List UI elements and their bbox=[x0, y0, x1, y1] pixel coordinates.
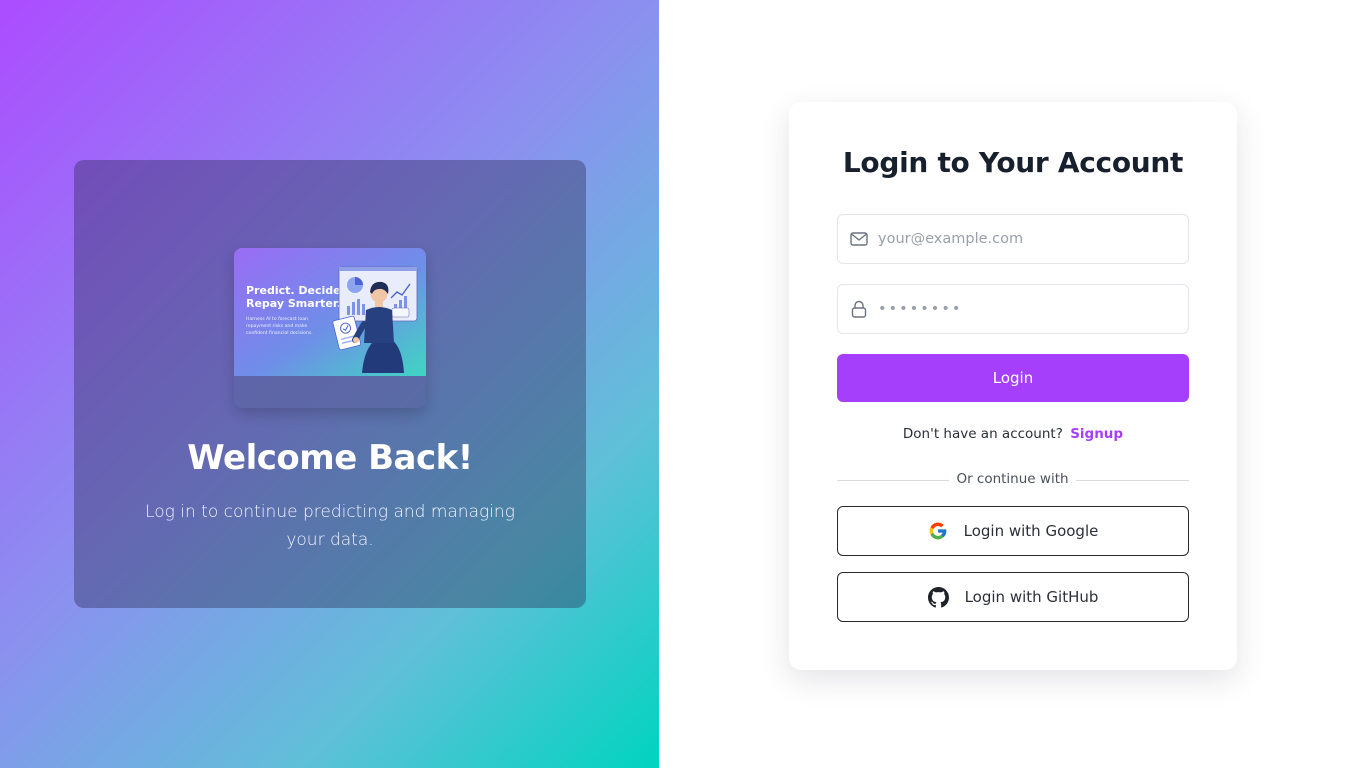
google-icon bbox=[928, 521, 948, 541]
github-icon bbox=[927, 586, 949, 608]
email-field[interactable] bbox=[837, 214, 1189, 264]
signup-row: Don't have an account? Signup bbox=[789, 426, 1237, 442]
hero-panel: Predict. Decide. Repay Smarter. Harness … bbox=[0, 0, 659, 768]
login-title: Login to Your Account bbox=[842, 146, 1184, 179]
github-login-button[interactable]: Login with GitHub bbox=[837, 572, 1189, 622]
illustration-headline-1: Predict. Decide. bbox=[246, 284, 345, 297]
google-login-button[interactable]: Login with Google bbox=[837, 506, 1189, 556]
divider-line-right bbox=[1076, 480, 1189, 481]
signup-link[interactable]: Signup bbox=[1070, 426, 1123, 442]
github-login-label: Login with GitHub bbox=[964, 588, 1099, 606]
welcome-card: Predict. Decide. Repay Smarter. Harness … bbox=[74, 160, 586, 608]
divider-line-left bbox=[837, 480, 949, 481]
illustration-frame: Predict. Decide. Repay Smarter. Harness … bbox=[234, 248, 426, 408]
illustration-body-2: repayment risks and make bbox=[246, 323, 307, 329]
lock-icon bbox=[838, 300, 878, 318]
signup-prompt: Don't have an account? bbox=[902, 426, 1063, 442]
hero-illustration: Predict. Decide. Repay Smarter. Harness … bbox=[234, 248, 426, 376]
email-input[interactable] bbox=[878, 215, 1188, 263]
illustration-headline-2: Repay Smarter. bbox=[246, 297, 341, 310]
welcome-title: Welcome Back! bbox=[187, 438, 473, 478]
google-login-label: Login with Google bbox=[963, 522, 1099, 540]
illustration-body-1: Harness AI to forecast loan bbox=[246, 316, 308, 322]
password-field[interactable] bbox=[837, 284, 1189, 334]
password-input[interactable] bbox=[878, 285, 1188, 333]
login-button[interactable]: Login bbox=[837, 354, 1189, 402]
mail-icon bbox=[838, 232, 878, 246]
illustration-body-3: confident financial decisions. bbox=[246, 330, 313, 336]
login-card: Login to Your Account Login Don't have a… bbox=[789, 102, 1237, 670]
divider-text: Or continue with bbox=[956, 471, 1069, 487]
welcome-subtitle: Log in to continue predicting and managi… bbox=[145, 502, 515, 550]
